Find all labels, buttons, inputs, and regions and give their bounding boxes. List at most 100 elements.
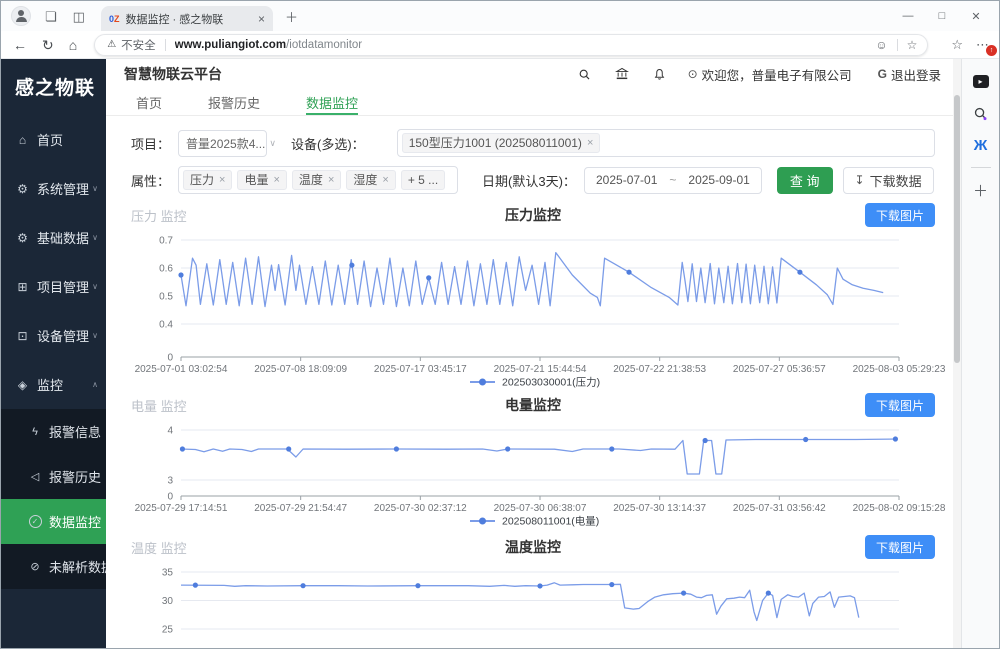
date-start: 2025-07-01	[596, 173, 657, 187]
pressure-section: 压力 监控 压力监控 下载图片 0.70.60.50.402025-07-01 …	[131, 203, 935, 388]
unparsed-icon: ⊘	[28, 560, 42, 573]
update-badge: ↑	[986, 45, 997, 56]
svg-text:0.4: 0.4	[159, 320, 173, 331]
workspaces-icon[interactable]: ❏	[45, 10, 57, 23]
profile-icon[interactable]	[11, 6, 31, 26]
logout-button[interactable]: G 退出登录	[878, 65, 941, 84]
svg-text:2025-08-02 09:15:28: 2025-08-02 09:15:28	[853, 503, 946, 514]
browser-address-bar: ← ↻ ⌂ ⚠ 不安全 www.puliangiot.com/iotdatamo…	[1, 31, 999, 59]
project-label: 项目：	[131, 134, 170, 153]
logout-icon: G	[878, 67, 887, 81]
svg-text:2025-07-27 05:36:57: 2025-07-27 05:36:57	[733, 364, 826, 375]
split-screen-icon[interactable]: ◫	[73, 10, 85, 23]
project-select[interactable]: 普量2025款4... ∨	[178, 130, 267, 157]
bell-icon[interactable]	[653, 68, 666, 81]
welcome-user[interactable]: ⊙ 欢迎您，普量电子有限公司	[688, 65, 852, 84]
back-icon[interactable]: ←	[13, 38, 27, 52]
attr-tag: 湿度×	[346, 170, 395, 190]
browser-tab[interactable]: 0Z 数据监控 · 感之物联 ×	[101, 6, 273, 31]
sidebar-item-home[interactable]: ⌂ 首页	[1, 115, 106, 164]
device-multiselect[interactable]: 150型压力1001 (202508011001) ×	[397, 129, 935, 157]
tab-alarm-history[interactable]: 报警历史	[208, 89, 260, 115]
remove-tag-icon[interactable]: ×	[273, 171, 279, 190]
date-range-input[interactable]: 2025-07-01 ~ 2025-09-01	[584, 167, 762, 194]
remove-tag-icon[interactable]: ×	[219, 171, 225, 190]
sidebar-item-data-monitor[interactable]: ✓ 数据监控	[1, 499, 106, 544]
remove-tag-icon[interactable]: ×	[587, 134, 593, 153]
sidebar-item-devices[interactable]: ⊡ 设备管理 ∨	[1, 311, 106, 360]
page-scrollbar[interactable]	[953, 59, 961, 648]
battery-chart: 4302025-07-29 17:14:512025-07-29 21:54:4…	[131, 418, 936, 530]
tab-close-icon[interactable]: ×	[258, 12, 265, 26]
bookmark-star-icon[interactable]: ☆	[907, 39, 918, 51]
sidebar-item-basedata[interactable]: ⚙ 基础数据 ∨	[1, 213, 106, 262]
browser-menu-icon[interactable]: ⋯↑	[976, 38, 989, 51]
date-separator: ~	[669, 173, 676, 187]
sidebar-item-label: 报警信息	[49, 422, 101, 441]
download-image-button[interactable]: 下载图片	[865, 393, 935, 417]
svg-text:2025-07-30 06:38:07: 2025-07-30 06:38:07	[494, 503, 587, 514]
sidebar-toggle-icon[interactable]: ▸	[962, 65, 999, 97]
attribute-label: 属性：	[131, 171, 170, 190]
sidebar-item-unparsed-data[interactable]: ⊘ 未解析数据	[1, 544, 106, 589]
security-label: 不安全	[121, 37, 156, 53]
search-icon[interactable]	[578, 68, 591, 81]
favorites-add-icon[interactable]: ☆	[951, 38, 963, 51]
svg-text:2025-07-29 17:14:51: 2025-07-29 17:14:51	[135, 503, 228, 514]
alarm-icon: ϟ	[28, 426, 42, 438]
chevron-down-icon: ∨	[92, 233, 98, 242]
app-sidebar: 感之物联 ⌂ 首页 ⚙ 系统管理 ∨ ⚙ 基础数据 ∨	[1, 59, 106, 648]
svg-text:2025-07-22 21:38:53: 2025-07-22 21:38:53	[613, 364, 706, 375]
app-main: 智慧物联云平台 ⊙	[106, 59, 961, 648]
url-text: www.puliangiot.com/iotdatamonitor	[175, 39, 876, 51]
bank-icon[interactable]	[615, 67, 629, 81]
minimize-icon[interactable]: —	[891, 10, 925, 22]
download-image-button[interactable]: 下载图片	[865, 203, 935, 227]
svg-text:0.5: 0.5	[159, 292, 173, 303]
scrollbar-thumb[interactable]	[954, 95, 960, 363]
sidebar-item-monitoring[interactable]: ◈ 监控 ∧	[1, 360, 106, 409]
download-data-button[interactable]: ↧ 下载数据	[843, 167, 934, 194]
chevron-down-icon: ∨	[269, 138, 276, 149]
tab-home[interactable]: 首页	[136, 89, 162, 115]
close-icon[interactable]: ✕	[959, 10, 993, 23]
url-field[interactable]: ⚠ 不安全 www.puliangiot.com/iotdatamonitor …	[94, 34, 928, 56]
remove-tag-icon[interactable]: ×	[328, 171, 334, 190]
page-title: 智慧物联云平台	[124, 64, 222, 84]
attribute-multiselect[interactable]: 压力× 电量× 温度× 湿度× + 5 ...	[178, 166, 458, 194]
browser-window: ❏ ◫ 0Z 数据监控 · 感之物联 × ＋ — □ ✕ ← ↻ ⌂ ⚠ 不安全…	[0, 0, 1000, 649]
shield-check-icon: ✓	[28, 515, 42, 528]
monitoring-submenu: ϟ 报警信息 ◁ 报警历史 ✓ 数据监控 ⊘ 未	[1, 409, 106, 589]
device-label: 设备(多选)：	[291, 134, 365, 153]
home-icon: ⌂	[15, 133, 30, 147]
sidebar-search-icon[interactable]	[962, 97, 999, 129]
device-tag: 150型压力1001 (202508011001) ×	[402, 133, 601, 153]
sidebar-item-alarm-info[interactable]: ϟ 报警信息	[1, 409, 106, 454]
maximize-icon[interactable]: □	[925, 10, 959, 22]
edge-extension-icon[interactable]: Ж	[962, 129, 999, 161]
sidebar-item-label: 首页	[37, 130, 63, 149]
svg-text:3: 3	[167, 476, 173, 487]
sidebar-item-system[interactable]: ⚙ 系统管理 ∨	[1, 164, 106, 213]
query-button[interactable]: 查 询	[777, 167, 833, 194]
svg-text:4: 4	[167, 426, 173, 437]
home-icon[interactable]: ⌂	[69, 38, 77, 52]
new-tab-icon[interactable]: ＋	[285, 7, 298, 26]
chevron-up-icon: ∧	[92, 380, 98, 389]
chevron-down-icon: ∨	[92, 282, 98, 291]
temperature-section: 温度 监控 温度监控 下载图片 353025	[131, 535, 935, 648]
sidebar-item-label: 未解析数据	[49, 557, 106, 576]
sidebar-add-icon[interactable]: ＋	[962, 174, 999, 206]
svg-text:2025-07-01 03:02:54: 2025-07-01 03:02:54	[135, 364, 228, 375]
sidebar-item-alarm-history[interactable]: ◁ 报警历史	[1, 454, 106, 499]
svg-text:35: 35	[162, 568, 174, 579]
app-header: 智慧物联云平台 ⊙	[106, 59, 961, 89]
tracking-prevention-icon[interactable]: ☺	[875, 39, 887, 51]
tab-data-monitor[interactable]: 数据监控	[306, 89, 358, 115]
download-image-button[interactable]: 下载图片	[865, 535, 935, 559]
remove-tag-icon[interactable]: ×	[382, 171, 388, 190]
refresh-icon[interactable]: ↻	[42, 38, 54, 52]
attr-more-tag[interactable]: + 5 ...	[401, 170, 445, 190]
sidebar-item-projects[interactable]: ⊞ 项目管理 ∨	[1, 262, 106, 311]
filter-row-attributes: 属性： 压力× 电量× 温度× 湿度× + 5 ... 日期(默认3天)： 20…	[131, 166, 935, 194]
